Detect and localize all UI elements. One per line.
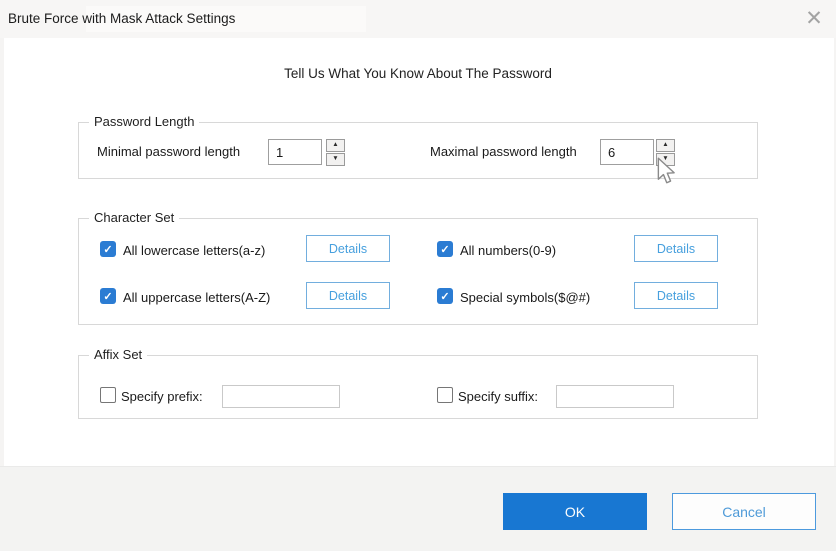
max-length-label: Maximal password length [430, 144, 577, 159]
symbols-details-button[interactable]: Details [634, 282, 718, 309]
uppercase-details-button[interactable]: Details [306, 282, 390, 309]
close-icon[interactable]: ✕ [800, 4, 828, 32]
lowercase-label: All lowercase letters(a-z) [123, 243, 266, 258]
affix-set-legend: Affix Set [89, 347, 148, 362]
max-length-spinner: ▲ ▼ [656, 139, 675, 166]
prefix-checkbox[interactable]: ✓ [100, 387, 116, 403]
suffix-checkbox[interactable]: ✓ [437, 387, 453, 403]
cancel-button[interactable]: Cancel [672, 493, 816, 530]
max-length-input[interactable] [600, 139, 654, 165]
prefix-input[interactable] [222, 385, 340, 408]
password-length-legend: Password Length [89, 114, 200, 129]
min-length-spin-down-icon[interactable]: ▼ [326, 153, 345, 166]
lowercase-details-button[interactable]: Details [306, 235, 390, 262]
lowercase-checkbox[interactable]: ✓ [100, 241, 116, 257]
dialog-brute-force-mask-settings: Brute Force with Mask Attack Settings ✕ … [0, 0, 836, 551]
max-length-spin-up-icon[interactable]: ▲ [656, 139, 675, 152]
symbols-label: Special symbols($@#) [460, 290, 591, 305]
prefix-label: Specify prefix: [121, 389, 203, 404]
ok-button[interactable]: OK [503, 493, 647, 530]
symbols-checkbox[interactable]: ✓ [437, 288, 453, 304]
numbers-checkbox[interactable]: ✓ [437, 241, 453, 257]
uppercase-label: All uppercase letters(A-Z) [123, 290, 271, 305]
min-length-spin-up-icon[interactable]: ▲ [326, 139, 345, 152]
suffix-label: Specify suffix: [458, 389, 538, 404]
min-length-input[interactable] [268, 139, 322, 165]
numbers-label: All numbers(0-9) [460, 243, 557, 258]
uppercase-checkbox[interactable]: ✓ [100, 288, 116, 304]
numbers-details-button[interactable]: Details [634, 235, 718, 262]
window-title: Brute Force with Mask Attack Settings [8, 11, 236, 26]
title-bar: Brute Force with Mask Attack Settings ✕ [0, 0, 836, 38]
dialog-heading: Tell Us What You Know About The Password [284, 66, 552, 81]
min-length-label: Minimal password length [97, 144, 241, 159]
min-length-spinner: ▲ ▼ [326, 139, 345, 166]
max-length-spin-down-icon[interactable]: ▼ [656, 153, 675, 166]
suffix-input[interactable] [556, 385, 674, 408]
character-set-legend: Character Set [89, 210, 180, 225]
